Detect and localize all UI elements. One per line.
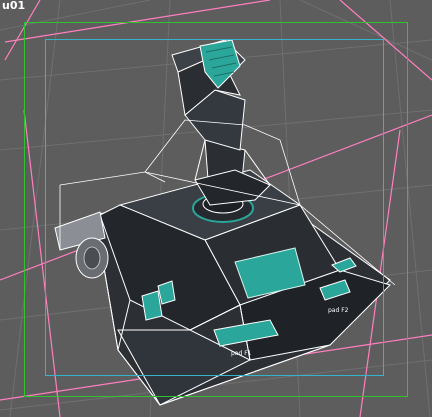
panel-label-left: pad F1 [231, 350, 252, 357]
scene-canvas[interactable]: pad F1 pad F2 [0, 0, 432, 417]
viewport-label[interactable]: u01 [2, 0, 25, 12]
viewport-perspective[interactable]: u01 pad F1 pad F2 [0, 0, 432, 417]
panel-label-right: pad F2 [328, 307, 349, 314]
side-mount[interactable] [54, 211, 109, 279]
